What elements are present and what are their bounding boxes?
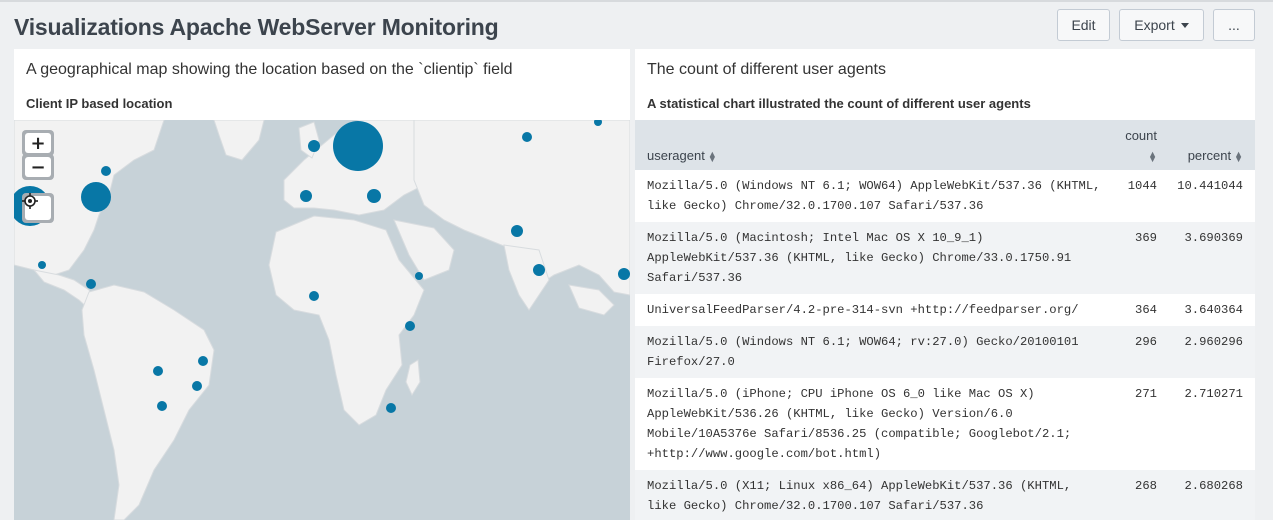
map-marker	[308, 140, 320, 152]
map-marker	[405, 321, 415, 331]
percent-cell: 3.690369	[1184, 231, 1243, 245]
useragent-cell: Mozilla/5.0 (Macintosh; Intel Mac OS X 1…	[647, 231, 1072, 285]
count-cell: 271	[1135, 387, 1157, 401]
map-marker	[300, 190, 312, 202]
useragent-cell: UniversalFeedParser/4.2-pre-314-svn +htt…	[647, 303, 1079, 317]
map-marker	[153, 366, 163, 376]
table-row: Mozilla/5.0 (Windows NT 6.1; WOW64) Appl…	[635, 170, 1255, 222]
percent-cell: 2.960296	[1184, 335, 1243, 349]
sort-icon: ▲ ▼	[1148, 148, 1157, 164]
chevron-down-icon	[1180, 22, 1189, 28]
map-marker	[415, 272, 423, 280]
client-ip-map[interactable]: + −	[14, 120, 630, 520]
zoom-in-icon: +	[25, 133, 51, 154]
table-row: Mozilla/5.0 (iPhone; CPU iPhone OS 6_0 l…	[635, 378, 1255, 470]
map-marker	[86, 279, 96, 289]
table-row: Mozilla/5.0 (Windows NT 6.1; WOW64; rv:2…	[635, 326, 1255, 378]
count-cell: 1044	[1127, 179, 1157, 193]
more-actions-button[interactable]: ...	[1213, 9, 1255, 41]
more-actions-label: ...	[1228, 17, 1240, 33]
user-agent-panel: The count of different user agents A sta…	[635, 49, 1255, 520]
map-marker	[157, 401, 167, 411]
map-marker	[333, 121, 383, 171]
percent-cell: 2.710271	[1184, 387, 1243, 401]
useragent-cell: Mozilla/5.0 (Windows NT 6.1; WOW64; rv:2…	[647, 335, 1079, 369]
map-marker	[101, 166, 111, 176]
column-header-useragent[interactable]: useragent ▲ ▼	[647, 148, 717, 163]
map-panel: A geographical map showing the location …	[14, 49, 630, 520]
map-marker	[386, 403, 396, 413]
percent-cell: 10.441044	[1177, 179, 1243, 193]
table-panel-heading: The count of different user agents	[647, 61, 886, 78]
column-header-count[interactable]: count ▲ ▼	[1125, 128, 1157, 163]
column-header-percent[interactable]: percent ▲ ▼	[1188, 148, 1243, 163]
export-button-label: Export	[1134, 17, 1175, 33]
useragent-cell: Mozilla/5.0 (X11; Linux x86_64) AppleWeb…	[647, 479, 1072, 513]
percent-cell: 2.680268	[1184, 479, 1243, 493]
count-cell: 296	[1135, 335, 1157, 349]
zoom-out-button[interactable]: −	[22, 154, 54, 180]
locate-button[interactable]	[22, 193, 54, 223]
map-marker	[81, 182, 111, 212]
table-panel-subtitle: A statistical chart illustrated the coun…	[647, 96, 1031, 111]
map-panel-heading: A geographical map showing the location …	[26, 61, 513, 78]
user-agent-table: useragent ▲ ▼ count ▲ ▼ percent ▲ ▼ Mozilla/5…	[635, 120, 1255, 520]
map-panel-subtitle: Client IP based location	[26, 96, 173, 111]
map-marker	[367, 189, 381, 203]
map-marker	[198, 356, 208, 366]
map-marker	[533, 264, 545, 276]
zoom-out-icon: −	[25, 157, 51, 178]
table-row: Mozilla/5.0 (X11; Linux x86_64) AppleWeb…	[635, 470, 1255, 520]
sort-icon: ▲ ▼	[1234, 148, 1243, 164]
top-border	[0, 0, 1273, 2]
dashboard-title: Visualizations Apache WebServer Monitori…	[14, 14, 499, 40]
edit-button-label: Edit	[1071, 17, 1096, 33]
useragent-cell: Mozilla/5.0 (iPhone; CPU iPhone OS 6_0 l…	[647, 387, 1072, 461]
table-header: useragent ▲ ▼ count ▲ ▼ percent ▲ ▼	[635, 120, 1255, 170]
export-button[interactable]: Export	[1119, 9, 1204, 41]
count-cell: 364	[1135, 303, 1157, 317]
percent-cell: 3.640364	[1184, 303, 1243, 317]
edit-button[interactable]: Edit	[1057, 9, 1110, 41]
table-row: UniversalFeedParser/4.2-pre-314-svn +htt…	[635, 294, 1255, 326]
count-cell: 268	[1135, 479, 1157, 493]
map-marker	[618, 268, 630, 280]
crosshair-icon	[22, 193, 51, 220]
map-marker	[522, 132, 532, 142]
useragent-cell: Mozilla/5.0 (Windows NT 6.1; WOW64) Appl…	[647, 179, 1101, 213]
world-map-svg	[14, 120, 630, 520]
zoom-in-button[interactable]: +	[22, 130, 54, 156]
map-marker	[511, 225, 523, 237]
map-marker	[192, 381, 202, 391]
map-marker	[309, 291, 319, 301]
count-cell: 369	[1135, 231, 1157, 245]
sort-icon: ▲ ▼	[707, 148, 717, 164]
table-row: Mozilla/5.0 (Macintosh; Intel Mac OS X 1…	[635, 222, 1255, 294]
map-marker	[38, 261, 46, 269]
